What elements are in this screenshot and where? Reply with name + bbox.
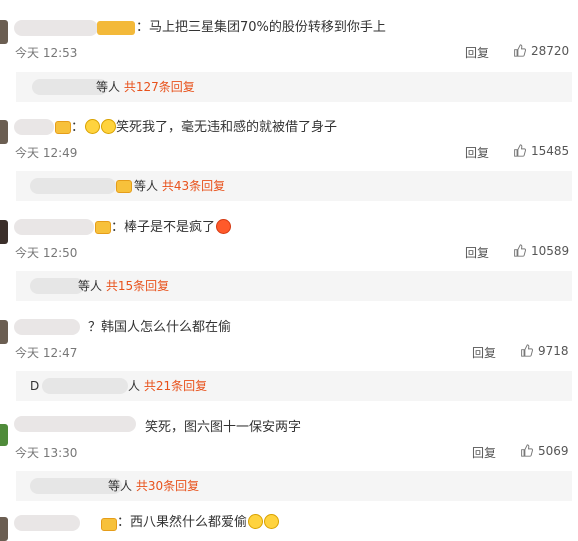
- thumb-up-icon: [514, 244, 526, 257]
- thumb-up-icon: [514, 144, 526, 157]
- laugh-emoji-icon: [101, 119, 117, 134]
- comment-text: ：棒子是不是疯了: [111, 219, 232, 237]
- thread-prefix: 等人: [96, 80, 121, 94]
- comment-prefix: ：: [71, 120, 85, 135]
- comment-time: 今天 12:49: [15, 146, 78, 160]
- thread-text: 等人 共30条回复: [108, 478, 199, 494]
- like-count: 5069: [538, 444, 569, 458]
- comment-text: ：西八果然什么都爱偷: [117, 514, 280, 532]
- comment-time: 今天 12:53: [15, 46, 78, 60]
- avatar[interactable]: [0, 20, 8, 44]
- thread-users-blurred: [42, 378, 128, 394]
- thread-users-blurred: [30, 178, 116, 194]
- thread-prefix: 人: [128, 379, 141, 393]
- thread-text: 人 共21条回复: [128, 378, 207, 394]
- reply-thread-bar[interactable]: 等人 共30条回复: [16, 471, 572, 501]
- vip-badge-icon: [116, 180, 132, 193]
- reply-thread-bar[interactable]: 等人 共15条回复: [16, 271, 572, 301]
- like-count: 28720: [531, 44, 570, 58]
- vip-badge-icon: [95, 221, 111, 234]
- avatar[interactable]: [0, 120, 8, 144]
- thread-text: 等人 共127条回复: [96, 79, 195, 95]
- reply-button[interactable]: 回复: [465, 144, 489, 161]
- reply-thread-bar[interactable]: 等人 共43条回复: [16, 171, 572, 201]
- reply-button[interactable]: 回复: [472, 444, 496, 461]
- thread-text: 等人 共15条回复: [78, 278, 169, 294]
- comment-body: ：棒子是不是疯了: [111, 220, 216, 235]
- comment-body: ：西八果然什么都爱偷: [117, 515, 248, 530]
- avatar[interactable]: [0, 517, 8, 541]
- reply-button[interactable]: 回复: [465, 244, 489, 261]
- comment-time: 今天 13:30: [15, 446, 78, 460]
- comment-text: 笑死，图六图十一保安两字: [145, 420, 302, 435]
- like-count: 9718: [538, 344, 569, 358]
- reply-thread-bar[interactable]: 等人 共127条回复: [16, 72, 572, 102]
- vip-badge-icon: [97, 21, 135, 35]
- avatar[interactable]: [0, 424, 8, 446]
- like-button[interactable]: 15485: [513, 144, 569, 158]
- laugh-emoji-icon: [264, 514, 280, 529]
- comment-body: 笑死我了，毫无违和感的就被借了身子: [116, 120, 338, 135]
- thread-count-link[interactable]: 共43条回复: [162, 179, 225, 193]
- like-button[interactable]: 28720: [513, 44, 569, 58]
- username-blurred[interactable]: [14, 319, 80, 335]
- username-blurred[interactable]: [14, 20, 98, 36]
- avatar[interactable]: [0, 320, 8, 344]
- thumb-up-icon: [521, 344, 533, 357]
- like-count: 15485: [531, 144, 570, 158]
- laugh-emoji-icon: [248, 514, 264, 529]
- thread-prefix: 等人: [108, 479, 133, 493]
- comment-time: 今天 12:47: [15, 346, 78, 360]
- vip-badge-icon: [55, 121, 71, 134]
- thread-users-blurred: [30, 278, 84, 294]
- thread-text: D: [30, 378, 39, 394]
- reply-button[interactable]: 回复: [472, 344, 496, 361]
- thumb-up-icon: [514, 44, 526, 57]
- thread-count-link[interactable]: 共21条回复: [144, 379, 207, 393]
- thread-prefix: 等人: [78, 279, 103, 293]
- comment-text: ？韩国人怎么什么都在偷: [88, 320, 232, 335]
- thread-count-link[interactable]: 共127条回复: [124, 80, 195, 94]
- reply-button[interactable]: 回复: [465, 44, 489, 61]
- thread-prefix: 等人: [134, 179, 159, 193]
- comment-text: ：马上把三星集团70%的股份转移到你手上: [136, 20, 386, 35]
- vip-badge-icon: [101, 518, 117, 531]
- avatar[interactable]: [0, 220, 8, 244]
- thumb-up-icon: [521, 444, 533, 457]
- username-blurred[interactable]: [14, 416, 136, 432]
- like-button[interactable]: 5069: [520, 444, 569, 458]
- angry-emoji-icon: [216, 219, 232, 234]
- reply-thread-bar[interactable]: D 人 共21条回复: [16, 371, 572, 401]
- comment-text: ： 笑死我了，毫无违和感的就被借了身子: [71, 119, 337, 137]
- laugh-emoji-icon: [85, 119, 101, 134]
- comment-time: 今天 12:50: [15, 246, 78, 260]
- username-blurred[interactable]: [14, 119, 54, 135]
- username-blurred[interactable]: [14, 219, 94, 235]
- like-button[interactable]: 9718: [520, 344, 569, 358]
- thread-text: 等人 共43条回复: [134, 178, 225, 194]
- thread-count-link[interactable]: 共30条回复: [136, 479, 199, 493]
- username-blurred[interactable]: [14, 515, 80, 531]
- thread-count-link[interactable]: 共15条回复: [106, 279, 169, 293]
- like-count: 10589: [531, 244, 570, 258]
- like-button[interactable]: 10589: [513, 244, 569, 258]
- thread-prefix: D: [30, 379, 40, 393]
